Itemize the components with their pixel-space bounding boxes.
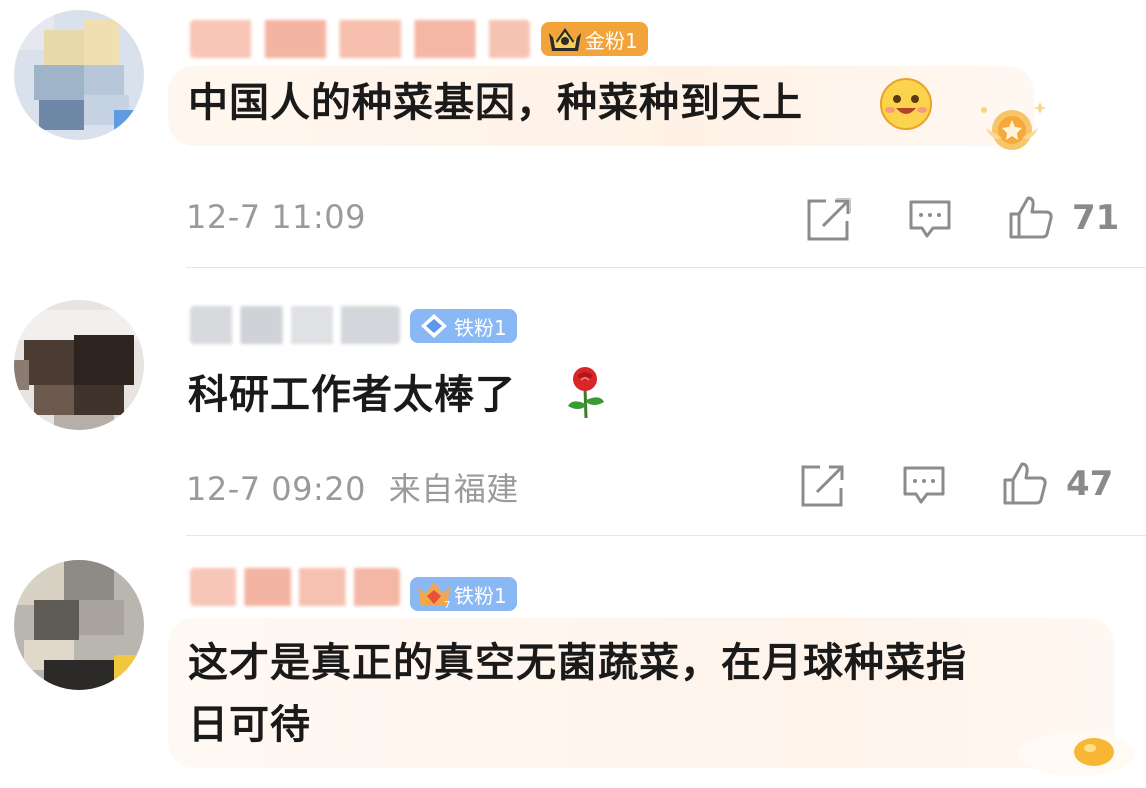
badge-label: 铁粉1 xyxy=(454,583,507,608)
fan-badge-iron[interactable]: 7 铁粉1 xyxy=(410,577,517,611)
avatar[interactable] xyxy=(14,560,144,690)
egg-decoration-icon xyxy=(1018,732,1134,776)
comment-3: 7 铁粉1 这才是真正的真空无菌蔬菜，在月球种菜指 日可待 xyxy=(0,0,1146,788)
comment-text: 这才是真正的真空无菌蔬菜，在月球种菜指 日可待 xyxy=(188,640,967,748)
username-blurred[interactable] xyxy=(190,568,400,606)
crown-icon: 7 xyxy=(418,582,450,610)
svg-text:7: 7 xyxy=(444,600,450,610)
